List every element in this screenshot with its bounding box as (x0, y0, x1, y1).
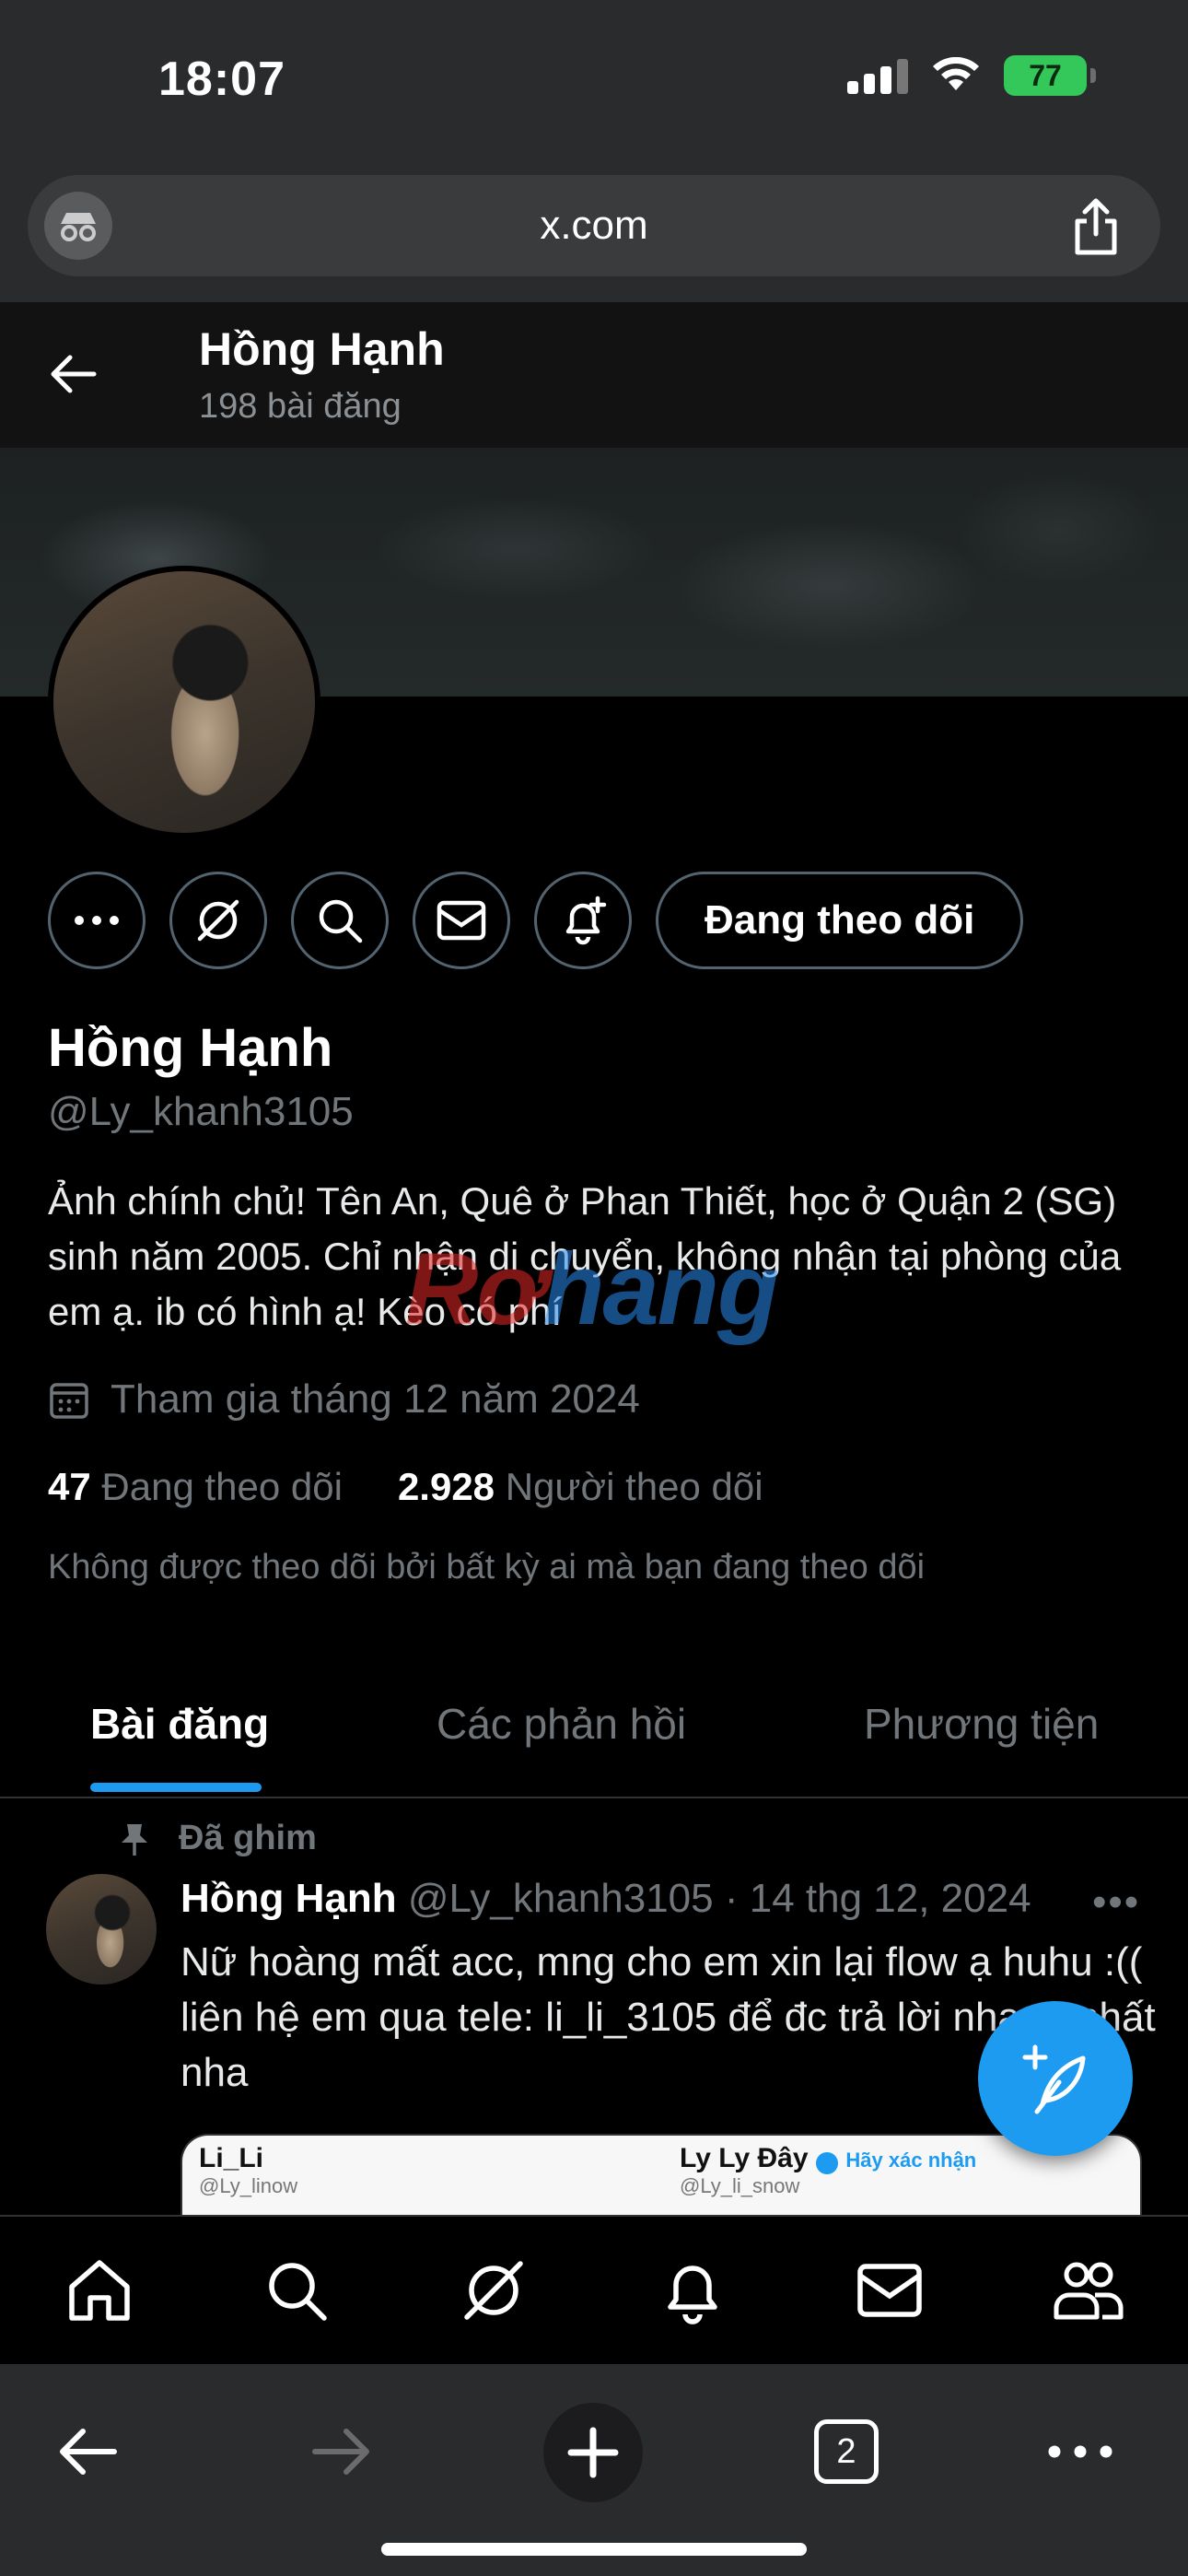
more-icon (75, 916, 119, 925)
home-indicator (381, 2543, 807, 2556)
status-time: 18:07 (158, 53, 285, 106)
nav-communities[interactable] (1052, 2254, 1125, 2327)
profile-header-bar: Hồng Hạnh 198 bài đăng (0, 302, 1188, 448)
pinned-text: Đã ghim (179, 1819, 317, 1857)
compose-post-button[interactable] (978, 2001, 1133, 2156)
mail-icon (857, 2264, 922, 2317)
message-button[interactable] (413, 872, 510, 969)
nav-notifications[interactable] (656, 2254, 729, 2327)
profile-handle: @Ly_khanh3105 (48, 1089, 354, 1134)
search-icon (319, 899, 363, 943)
following-stat[interactable]: 47 Đang theo dõi (48, 1465, 343, 1509)
notify-button[interactable] (534, 872, 632, 969)
nav-messages[interactable] (853, 2254, 926, 2327)
tab-posts[interactable]: Bài đăng (90, 1699, 269, 1749)
browser-top-bar: 18:07 77 x.com (0, 0, 1188, 302)
url-bar[interactable]: x.com (28, 175, 1160, 276)
tab-count: 2 (814, 2419, 879, 2484)
header-name: Hồng Hạnh (199, 323, 445, 375)
grok-button[interactable] (169, 872, 267, 969)
cellular-signal-icon (847, 57, 908, 94)
search-profile-button[interactable] (291, 872, 389, 969)
watermark-part2: hang (542, 1233, 779, 1346)
header-post-count: 198 bài đăng (199, 387, 402, 426)
battery-icon: 77 (1004, 55, 1096, 96)
embed-right-handle: @Ly_li_snow (680, 2174, 800, 2197)
profile-name: Hồng Hạnh (48, 1018, 333, 1078)
private-browsing-icon[interactable] (44, 192, 112, 260)
followers-count: 2.928 (397, 1465, 495, 1508)
verified-icon (815, 2151, 838, 2174)
followed-by-note: Không được theo dõi bởi bất kỳ ai mà bạn… (48, 1548, 926, 1587)
calendar-icon (50, 1383, 88, 1419)
post-embedded-image[interactable]: Li_Li @Ly_linow Ly Ly Đây Hãy xác nhận @… (181, 2134, 1142, 2217)
embed-left-name: Li_Li (199, 2143, 264, 2173)
wifi-icon (933, 57, 979, 90)
search-icon (269, 2263, 327, 2321)
mail-icon (437, 900, 486, 941)
back-arrow-icon[interactable] (46, 346, 101, 402)
bottom-nav (0, 2215, 1188, 2364)
active-tab-indicator (90, 1783, 262, 1792)
people-icon (1054, 2262, 1124, 2320)
share-icon[interactable] (1068, 197, 1124, 256)
back-arrow-icon (60, 2429, 117, 2475)
embed-left-handle: @Ly_linow (199, 2174, 298, 2197)
browser-menu-button[interactable] (1039, 2410, 1122, 2493)
url-text[interactable]: x.com (28, 203, 1160, 249)
post-meta: @Ly_khanh3105 · 14 thg 12, 2024 (407, 1876, 1031, 1921)
browser-back-button[interactable] (46, 2410, 129, 2493)
embed-right-name: Ly Ly Đây (680, 2143, 809, 2173)
nav-grok[interactable] (457, 2254, 530, 2327)
post-more-icon[interactable]: ••• (1092, 1879, 1140, 1926)
embed-verify-text: Hãy xác nhận (845, 2149, 977, 2172)
grok-icon (197, 899, 239, 942)
following-button[interactable]: Đang theo dõi (656, 872, 1024, 969)
profile-stats: 47 Đang theo dõi 2.928 Người theo dõi (48, 1465, 763, 1509)
home-icon (69, 2260, 130, 2321)
tab-replies[interactable]: Các phản hồi (437, 1699, 686, 1749)
following-count: 47 (48, 1465, 91, 1508)
tabs-button[interactable]: 2 (805, 2410, 888, 2493)
new-tab-button[interactable] (543, 2403, 643, 2502)
profile-actions: Đang theo dõi (48, 872, 1024, 969)
pin-icon (122, 1823, 147, 1856)
battery-level: 77 (1029, 58, 1062, 92)
profile-joined: Tham gia tháng 12 năm 2024 (48, 1376, 640, 1423)
grok-icon (464, 2261, 523, 2320)
nav-home[interactable] (63, 2254, 136, 2327)
status-icons: 77 (847, 55, 1096, 96)
joined-text: Tham gia tháng 12 năm 2024 (111, 1376, 640, 1422)
compose-feather-icon (1022, 2044, 1086, 2114)
following-label: Đang theo dõi (101, 1465, 343, 1508)
bell-icon (668, 2266, 717, 2324)
nav-search[interactable] (260, 2254, 333, 2327)
browser-forward-button[interactable] (300, 2410, 383, 2493)
followers-stat[interactable]: 2.928 Người theo dõi (398, 1465, 763, 1509)
post-avatar[interactable] (46, 1874, 157, 1985)
pinned-label: Đã ghim (118, 1819, 317, 1858)
post-header: Hồng Hạnh @Ly_khanh3105 · 14 thg 12, 202… (181, 1876, 1031, 1922)
plus-icon (567, 2427, 619, 2478)
profile-avatar[interactable] (48, 566, 320, 838)
watermark: Rơhang (405, 1231, 779, 1348)
more-icon (1048, 2445, 1112, 2458)
more-button[interactable] (48, 872, 146, 969)
tab-media[interactable]: Phương tiện (864, 1699, 1099, 1749)
watermark-part1: Rơ (405, 1233, 544, 1346)
forward-arrow-icon (312, 2429, 369, 2475)
bell-plus-icon (565, 896, 607, 945)
post-author[interactable]: Hồng Hạnh (181, 1876, 397, 1921)
profile-tabs: Bài đăng Các phản hồi Phương tiện (0, 1677, 1188, 1798)
followers-label: Người theo dõi (505, 1465, 763, 1508)
